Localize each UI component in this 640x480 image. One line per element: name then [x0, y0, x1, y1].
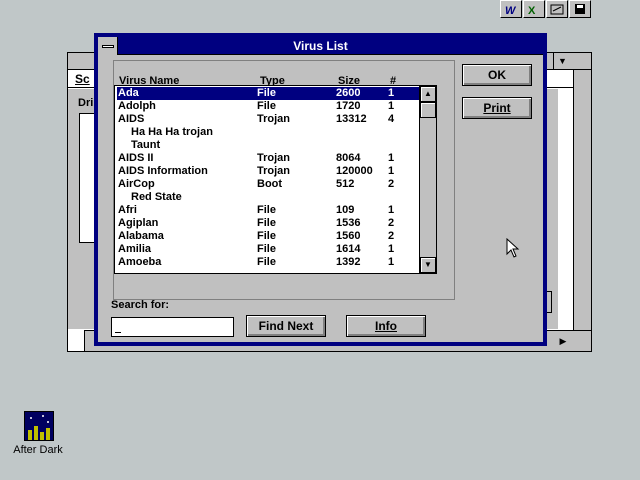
- virus-count-cell: 1: [388, 256, 395, 268]
- dialog-titlebar: Virus List: [98, 37, 543, 55]
- virus-list-dialog: Virus List Virus Name Type Size # Ada Fil…: [94, 33, 547, 346]
- system-menu-icon: [101, 44, 114, 48]
- virus-name-cell: Red State: [131, 191, 182, 203]
- scroll-thumb[interactable]: [420, 102, 436, 118]
- virus-count-cell: 1: [388, 87, 395, 99]
- list-scrollbar[interactable]: ▲ ▼: [419, 86, 436, 273]
- virus-name-cell: AirCop: [118, 178, 155, 190]
- virus-type-cell: File: [257, 217, 276, 229]
- virus-name-cell: Alabama: [118, 230, 164, 242]
- virus-name-cell: AIDS II: [118, 152, 154, 164]
- dialog-title: Virus List: [293, 39, 348, 53]
- virus-type-cell: Boot: [257, 178, 283, 190]
- virus-size-cell: 1392: [336, 256, 361, 268]
- virus-count-cell: 2: [388, 230, 395, 242]
- virus-name-cell: Agiplan: [118, 217, 159, 229]
- svg-text:W: W: [505, 5, 517, 15]
- virus-size-cell: 8064: [336, 152, 361, 164]
- list-item[interactable]: Red State: [117, 191, 420, 204]
- chart-icon[interactable]: [546, 0, 568, 18]
- city-skyline-icon: [25, 412, 53, 440]
- virus-count-cell: 1: [388, 243, 395, 255]
- list-item[interactable]: AIDS II Trojan 8064 1: [117, 152, 420, 165]
- virus-size-cell: 13312: [336, 113, 367, 125]
- virus-listbox[interactable]: Ada File 2600 1 Adolph File 1720 1 AIDS Trojan 133…: [114, 85, 437, 274]
- search-label: Search for:: [111, 299, 170, 311]
- svg-text:X: X: [528, 5, 536, 15]
- virus-type-cell: File: [257, 204, 276, 216]
- virus-size-cell: 1614: [336, 243, 361, 255]
- bg-menu-label[interactable]: Sc: [75, 72, 90, 86]
- ok-button-label: OK: [488, 68, 506, 82]
- virus-type-cell: Trojan: [257, 165, 291, 177]
- scroll-down-arrow[interactable]: ▼: [420, 257, 436, 273]
- disk-icon[interactable]: [569, 0, 591, 18]
- bg-drive-label: Dri: [78, 97, 94, 109]
- virus-name-cell: Ha Ha Ha trojan: [131, 126, 213, 138]
- virus-name-cell: Amoeba: [118, 256, 162, 268]
- list-item[interactable]: Ada File 2600 1: [117, 87, 420, 100]
- virus-size-cell: 512: [336, 178, 355, 190]
- virus-type-cell: File: [257, 230, 276, 242]
- search-input[interactable]: [111, 317, 234, 337]
- list-item[interactable]: Amoeba File 1392 1: [117, 256, 420, 269]
- virus-size-cell: 2600: [336, 87, 361, 99]
- list-item[interactable]: Agiplan File 1536 2: [117, 217, 420, 230]
- virus-type-cell: Trojan: [257, 152, 291, 164]
- print-button[interactable]: Print: [462, 97, 532, 119]
- info-button-label: Info: [375, 319, 397, 333]
- list-item[interactable]: Taunt: [117, 139, 420, 152]
- list-item[interactable]: AirCop Boot 512 2: [117, 178, 420, 191]
- virus-name-cell: Afri: [118, 204, 137, 216]
- virus-size-cell: 1720: [336, 100, 361, 112]
- after-dark-icon[interactable]: [24, 411, 54, 441]
- virus-size-cell: 120000: [336, 165, 373, 177]
- list-item[interactable]: AIDS Trojan 13312 4: [117, 113, 420, 126]
- virus-count-cell: 2: [388, 217, 395, 229]
- bg-right-arrow[interactable]: ▶: [555, 333, 571, 349]
- mouse-cursor-icon: [506, 238, 520, 258]
- after-dark-label[interactable]: After Dark: [8, 444, 68, 456]
- virus-type-cell: File: [257, 256, 276, 268]
- virus-type-cell: File: [257, 100, 276, 112]
- virus-name-cell: AIDS Information: [118, 165, 208, 177]
- list-item[interactable]: AIDS Information Trojan 120000 1: [117, 165, 420, 178]
- print-button-label: Print: [483, 101, 511, 115]
- virus-name-cell: Adolph: [118, 100, 156, 112]
- virus-count-cell: 2: [388, 178, 395, 190]
- virus-type-cell: File: [257, 87, 276, 99]
- virus-size-cell: 109: [336, 204, 355, 216]
- info-button[interactable]: Info: [346, 315, 426, 337]
- virus-count-cell: 1: [388, 165, 395, 177]
- virus-type-cell: Trojan: [257, 113, 291, 125]
- virus-count-cell: 1: [388, 152, 395, 164]
- virus-size-cell: 1560: [336, 230, 361, 242]
- word-icon[interactable]: W: [500, 0, 522, 18]
- virus-size-cell: 1536: [336, 217, 361, 229]
- bg-vertical-scrollbar[interactable]: ▼: [573, 70, 591, 352]
- virus-type-cell: File: [257, 243, 276, 255]
- find-next-button-label: Find Next: [258, 319, 314, 333]
- dialog-body: Virus List Virus Name Type Size # Ada Fil…: [98, 37, 543, 342]
- virus-count-cell: 1: [388, 100, 395, 112]
- virus-count-cell: 1: [388, 204, 395, 216]
- virus-name-cell: Ada: [118, 87, 139, 99]
- find-next-button[interactable]: Find Next: [246, 315, 326, 337]
- list-item[interactable]: Ha Ha Ha trojan: [117, 126, 420, 139]
- virus-name-cell: AIDS: [118, 113, 145, 125]
- list-item[interactable]: Alabama File 1560 2: [117, 230, 420, 243]
- ok-button[interactable]: OK: [462, 64, 532, 86]
- system-menu-button[interactable]: [98, 37, 118, 55]
- excel-icon[interactable]: X: [523, 0, 545, 18]
- virus-name-cell: Amilia: [118, 243, 152, 255]
- scroll-up-arrow[interactable]: ▲: [420, 86, 436, 102]
- list-item[interactable]: Amilia File 1614 1: [117, 243, 420, 256]
- virus-name-cell: Taunt: [131, 139, 161, 151]
- bg-scroll-up-button[interactable]: ▼: [553, 53, 571, 69]
- text-caret: [115, 332, 121, 333]
- virus-count-cell: 4: [388, 113, 395, 125]
- list-item[interactable]: Afri File 109 1: [117, 204, 420, 217]
- list-item[interactable]: Adolph File 1720 1: [117, 100, 420, 113]
